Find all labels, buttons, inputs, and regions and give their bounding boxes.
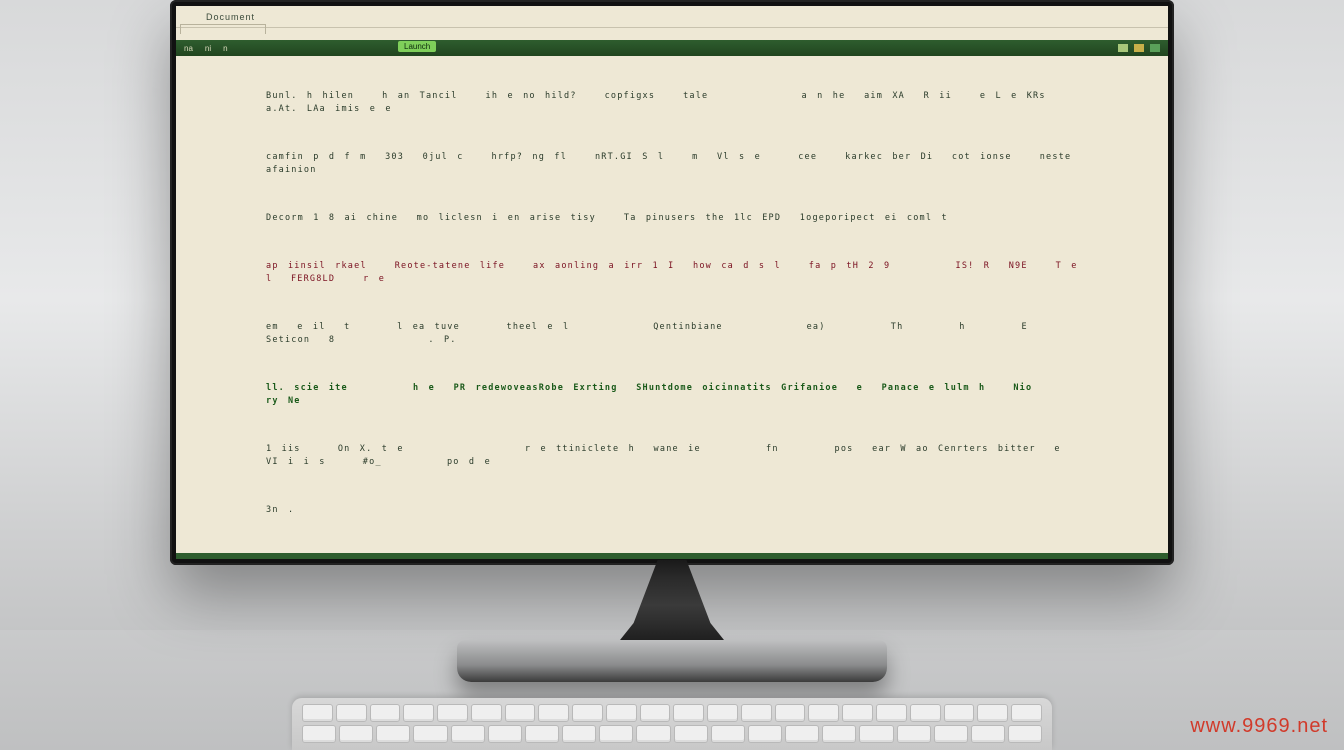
menu-item-1[interactable]: na xyxy=(184,44,193,53)
keyboard-row xyxy=(302,704,1042,722)
key xyxy=(451,725,485,743)
key xyxy=(977,704,1008,722)
status-bar xyxy=(176,553,1168,559)
key xyxy=(707,704,738,722)
key xyxy=(897,725,931,743)
screen: Document na ni n Launch Bunl. h hilen h … xyxy=(176,6,1168,559)
menu-item-2[interactable]: ni xyxy=(205,44,211,53)
text-line: Decorm 1 8 ai chine mo liclesn i en aris… xyxy=(266,212,1078,225)
title-bar: Document xyxy=(176,6,1168,28)
key xyxy=(606,704,637,722)
key xyxy=(1008,725,1042,743)
key xyxy=(599,725,633,743)
key xyxy=(808,704,839,722)
key xyxy=(640,704,671,722)
menu-bar[interactable]: na ni n Launch xyxy=(176,40,1168,56)
monitor-neck xyxy=(612,560,732,650)
menu-active[interactable]: Launch xyxy=(398,41,436,52)
key xyxy=(910,704,941,722)
key xyxy=(785,725,819,743)
key xyxy=(376,725,410,743)
text-line: camfin p d f m 303 0jul c hrfp? ng fl nR… xyxy=(266,151,1078,177)
key xyxy=(572,704,603,722)
text-line: ll. scie ite h e PR redewoveasRobe Exrti… xyxy=(266,382,1078,408)
watermark-text: www.9969.net xyxy=(1190,715,1328,738)
key xyxy=(505,704,536,722)
key xyxy=(934,725,968,743)
text-line: 3n . xyxy=(266,504,1078,517)
key xyxy=(971,725,1005,743)
key xyxy=(859,725,893,743)
status-dot-icon xyxy=(1134,44,1144,52)
monitor-base xyxy=(457,640,887,682)
keyboard xyxy=(292,698,1052,750)
text-line: Bunl. h hilen h an Tancil ih e no hild? … xyxy=(266,90,1078,116)
text-line: ap iinsil rkael Reote-tatene life ax aon… xyxy=(266,260,1078,286)
key xyxy=(471,704,502,722)
key xyxy=(673,704,704,722)
key xyxy=(403,704,434,722)
key xyxy=(488,725,522,743)
monitor-frame: Document na ni n Launch Bunl. h hilen h … xyxy=(170,0,1174,565)
window-title: Document xyxy=(206,12,255,22)
key xyxy=(636,725,670,743)
key xyxy=(711,725,745,743)
text-line: 1 iis On X. t e r e ttiniclete h wane ie… xyxy=(266,443,1078,469)
key xyxy=(538,704,569,722)
key xyxy=(525,725,559,743)
key xyxy=(336,704,367,722)
document-body[interactable]: Bunl. h hilen h an Tancil ih e no hild? … xyxy=(176,58,1168,553)
key xyxy=(775,704,806,722)
status-dot-icon xyxy=(1118,44,1128,52)
key xyxy=(437,704,468,722)
key xyxy=(944,704,975,722)
key xyxy=(748,725,782,743)
key xyxy=(842,704,873,722)
key xyxy=(674,725,708,743)
key xyxy=(413,725,447,743)
menu-item-3[interactable]: n xyxy=(223,44,227,53)
key xyxy=(741,704,772,722)
key xyxy=(876,704,907,722)
keyboard-row xyxy=(302,725,1042,743)
text-line: em e il t l ea tuve theel e l Qentinbian… xyxy=(266,321,1078,347)
key xyxy=(339,725,373,743)
tab-outline xyxy=(180,24,266,34)
key xyxy=(302,704,333,722)
key xyxy=(302,725,336,743)
key xyxy=(562,725,596,743)
menu-status-icons xyxy=(1118,44,1160,52)
status-dot-icon xyxy=(1150,44,1160,52)
key xyxy=(370,704,401,722)
key xyxy=(822,725,856,743)
key xyxy=(1011,704,1042,722)
